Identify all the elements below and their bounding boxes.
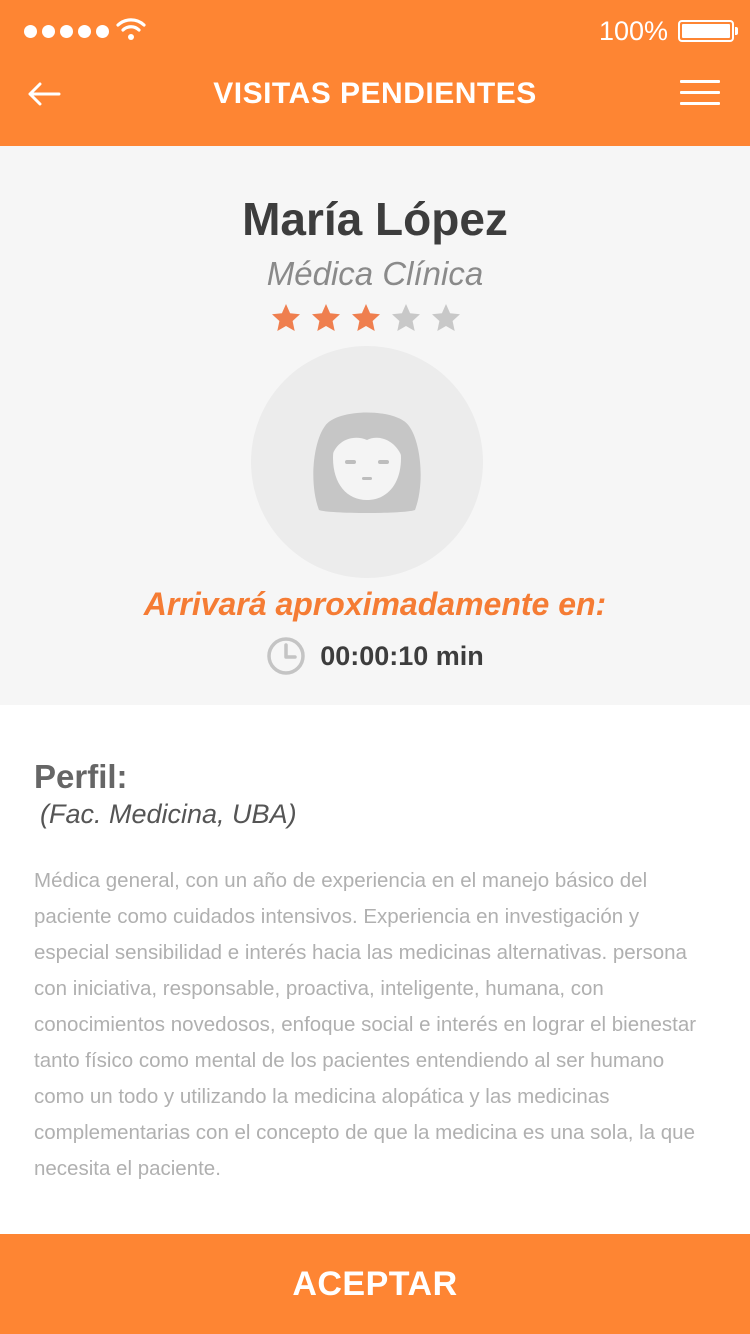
profile-details: Perfil: (Fac. Medicina, UBA) Médica gene… (0, 705, 750, 1234)
eta-row: 00:00:10 min (0, 634, 750, 678)
star-empty-icon (392, 304, 420, 331)
arrow-left-icon (28, 82, 61, 106)
clock-icon (267, 637, 305, 675)
female-avatar-icon (313, 412, 421, 513)
star-filled-icon (352, 304, 380, 331)
doctor-name: María López (242, 193, 508, 245)
accept-button[interactable]: ACEPTAR (0, 1234, 750, 1334)
status-bar: 100% (0, 0, 750, 60)
signal-dots-icon (24, 25, 109, 38)
hamburger-menu-icon (680, 80, 720, 83)
profile-bio: Médica general, con un año de experienci… (34, 869, 697, 1180)
star-filled-icon (312, 304, 340, 331)
battery-icon (678, 20, 738, 42)
star-empty-icon (432, 304, 460, 331)
star-rating (270, 302, 470, 338)
battery-percentage: 100% (598, 16, 668, 46)
wifi-icon (116, 18, 146, 40)
profile-institution: (Fac. Medicina, UBA) (40, 799, 297, 829)
eta-time: 00:00:10 min (320, 640, 484, 671)
app-header: 100% VISITAS PENDIENTES (0, 0, 750, 146)
back-button[interactable] (22, 74, 66, 114)
arrival-label: Arrivará aproximadamente en: (143, 586, 607, 622)
menu-button[interactable] (680, 80, 720, 110)
avatar (251, 346, 483, 578)
doctor-card: María López Médica Clínica Arrivará apro… (0, 146, 750, 705)
doctor-specialty: Médica Clínica (266, 255, 484, 292)
profile-label: Perfil: (34, 758, 128, 795)
page-title: VISITAS PENDIENTES (213, 77, 537, 110)
star-filled-icon (272, 304, 300, 331)
